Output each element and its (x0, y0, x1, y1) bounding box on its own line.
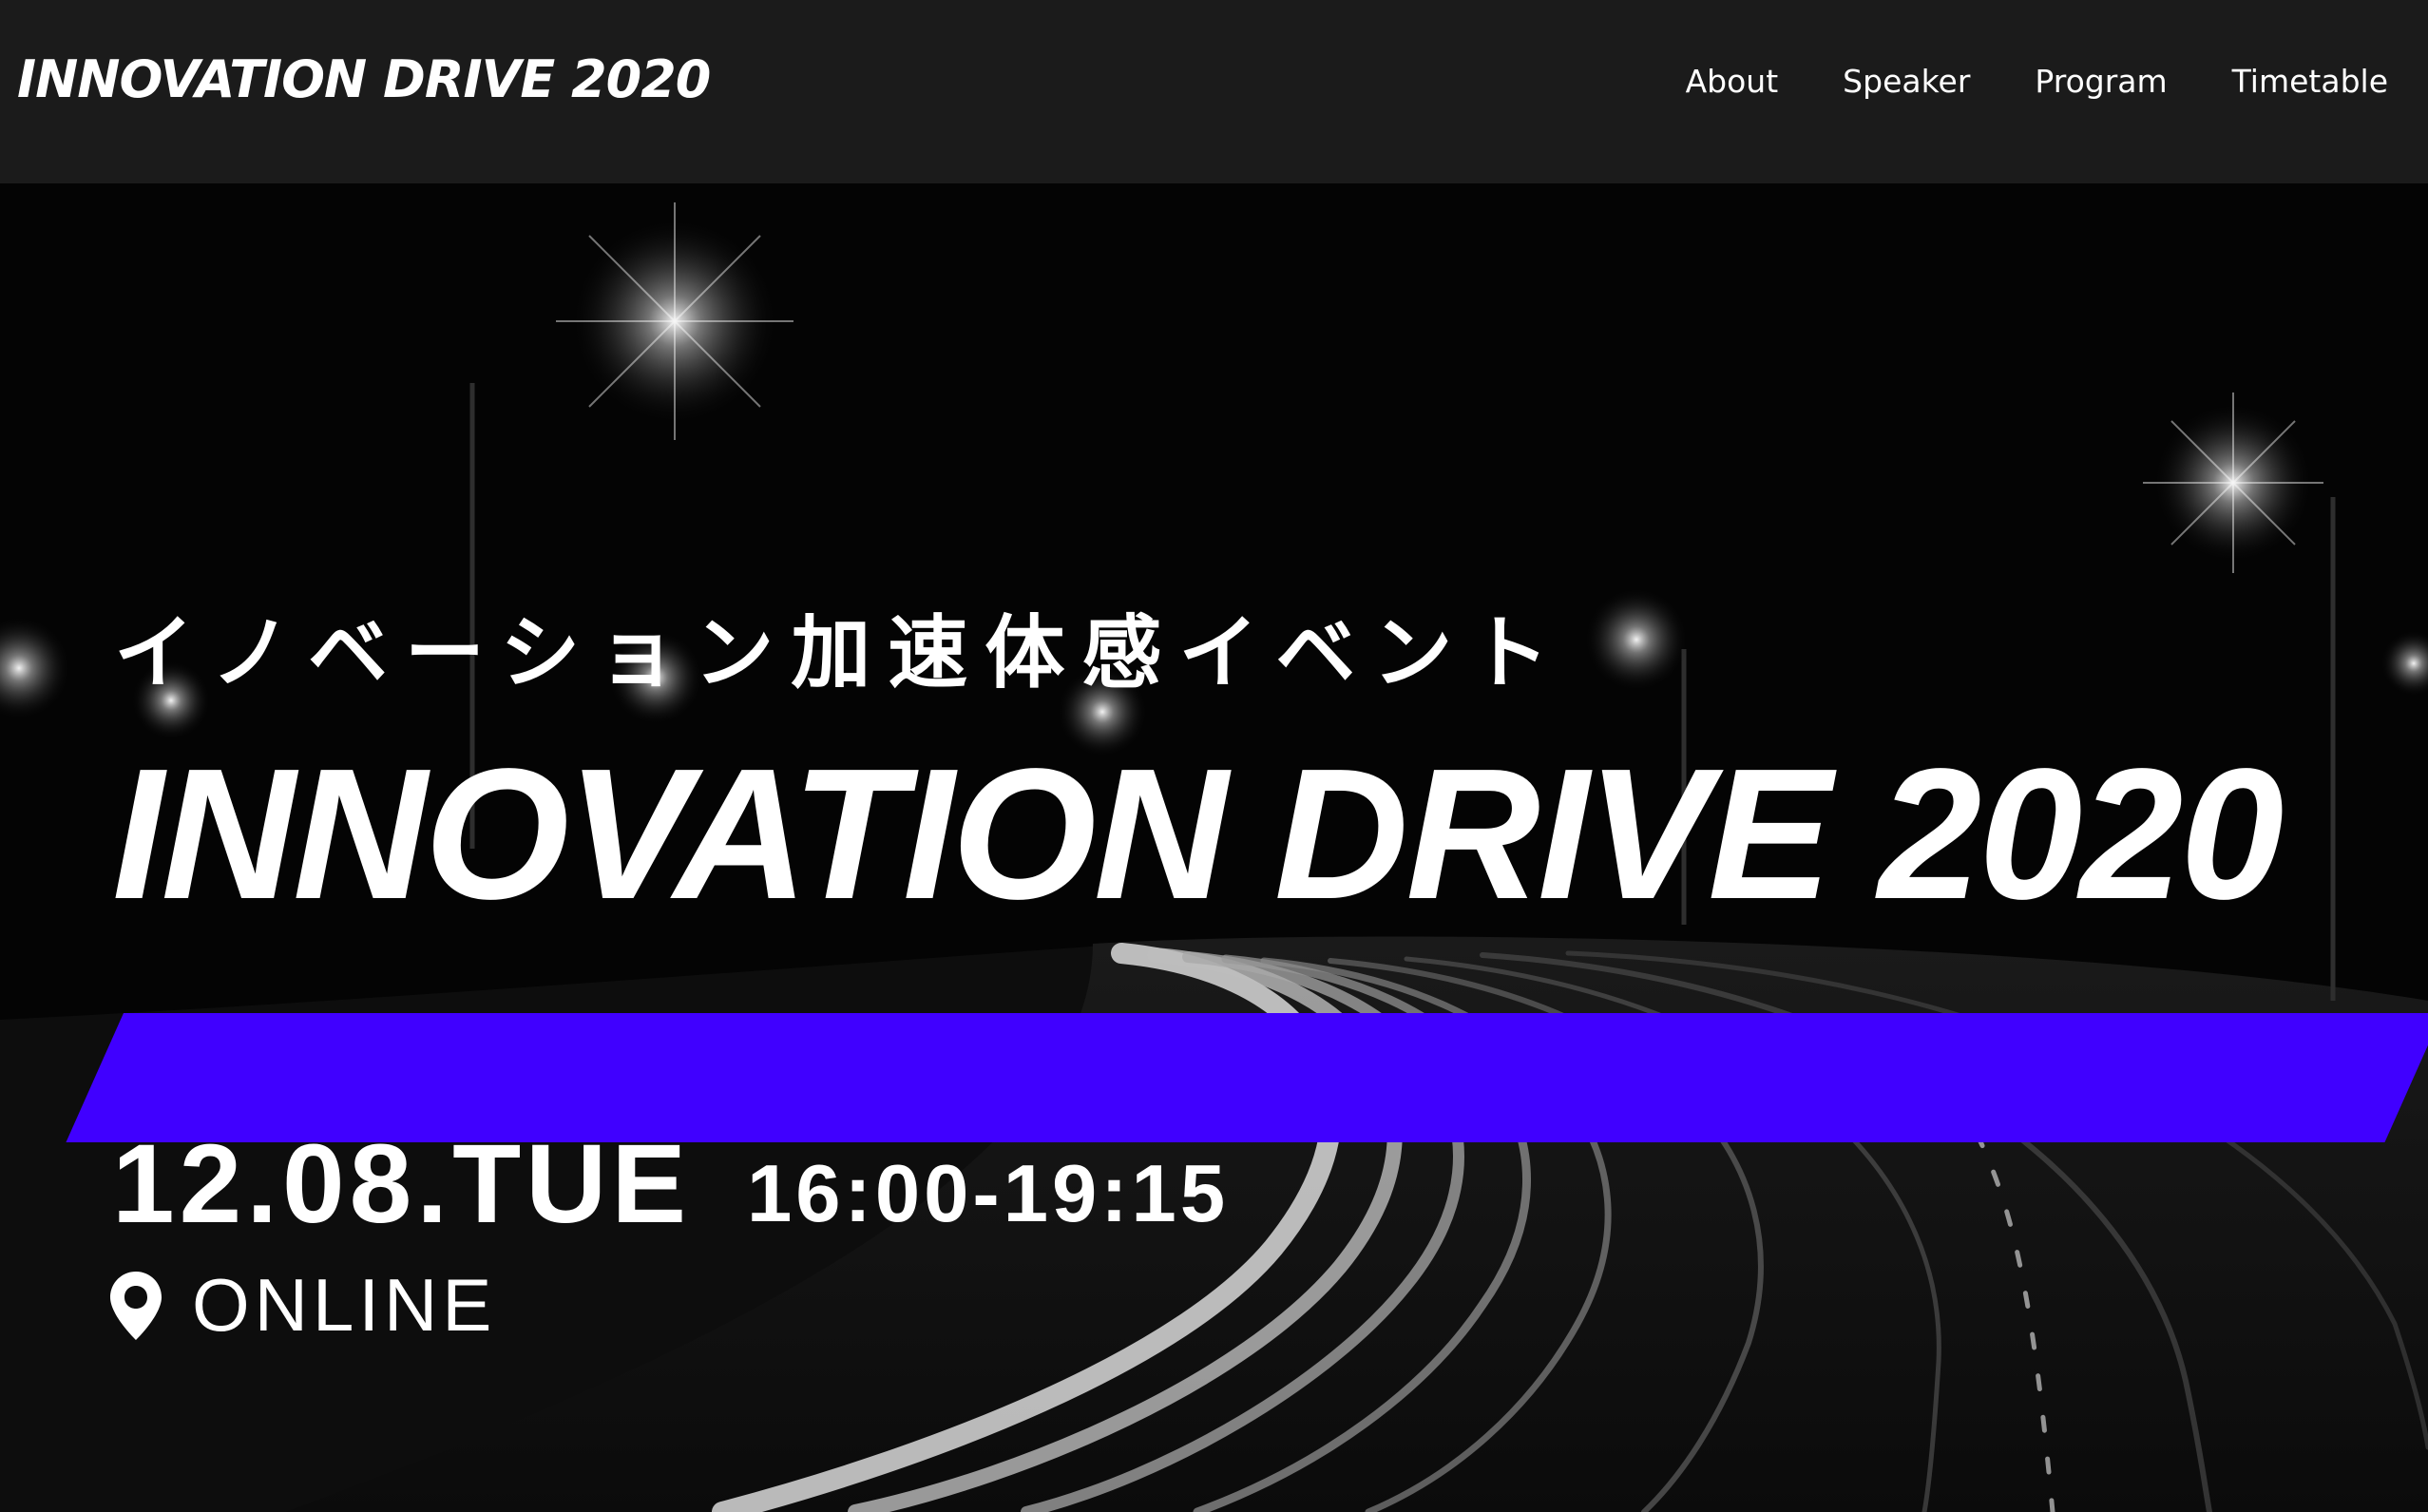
event-date: 12.08.TUE (112, 1121, 692, 1247)
main-nav: About Speaker Program Timetable (1686, 63, 2388, 100)
location-label: ONLINE (192, 1263, 497, 1347)
hero-title: INNOVATION DRIVE 2020 (112, 730, 2284, 938)
nav-program[interactable]: Program (2035, 63, 2167, 100)
nav-about[interactable]: About (1686, 63, 1779, 100)
event-time: 16:00-19:15 (747, 1149, 1230, 1239)
nav-timetable[interactable]: Timetable (2232, 63, 2388, 100)
event-location: ONLINE (110, 1262, 496, 1349)
map-pin-icon (110, 1271, 162, 1340)
nav-speaker[interactable]: Speaker (1843, 63, 1970, 100)
site-header: INNOVATION DRIVE 2020 About Speaker Prog… (0, 0, 2428, 183)
hero-subtitle: イノベーション加速体感イベント (114, 606, 1567, 699)
site-logo[interactable]: INNOVATION DRIVE 2020 (17, 49, 711, 109)
